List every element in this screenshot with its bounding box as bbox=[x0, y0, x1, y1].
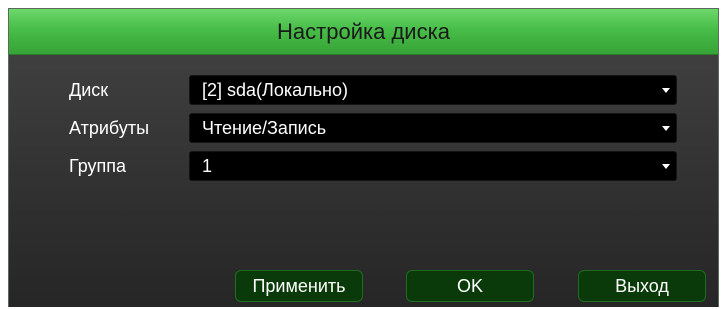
exit-button[interactable]: Выход bbox=[578, 270, 706, 302]
attributes-row: Атрибуты Чтение/Запись bbox=[9, 113, 718, 143]
attributes-label: Атрибуты bbox=[69, 118, 150, 138]
group-select[interactable]: 1 bbox=[189, 151, 677, 181]
group-label: Группа bbox=[69, 156, 127, 176]
attributes-select-value: Чтение/Запись bbox=[202, 118, 327, 138]
chevron-down-icon bbox=[662, 164, 670, 169]
ok-button[interactable]: OK bbox=[406, 270, 534, 302]
dialog-title: Настройка диска bbox=[277, 19, 450, 44]
chevron-down-icon bbox=[662, 126, 670, 131]
disk-row: Диск [2] sda(Локально) bbox=[9, 75, 718, 105]
disk-label: Диск bbox=[69, 80, 109, 100]
disk-select-value: [2] sda(Локально) bbox=[202, 80, 348, 100]
disk-settings-dialog: Настройка диска Диск [2] sda(Локально) А… bbox=[8, 8, 719, 307]
group-row: Группа 1 bbox=[9, 151, 718, 181]
attributes-select[interactable]: Чтение/Запись bbox=[189, 113, 677, 143]
disk-select[interactable]: [2] sda(Локально) bbox=[189, 75, 677, 105]
apply-button[interactable]: Применить bbox=[235, 270, 363, 302]
dialog-title-bar: Настройка диска bbox=[9, 9, 718, 55]
chevron-down-icon bbox=[662, 88, 670, 93]
group-select-value: 1 bbox=[202, 156, 213, 176]
